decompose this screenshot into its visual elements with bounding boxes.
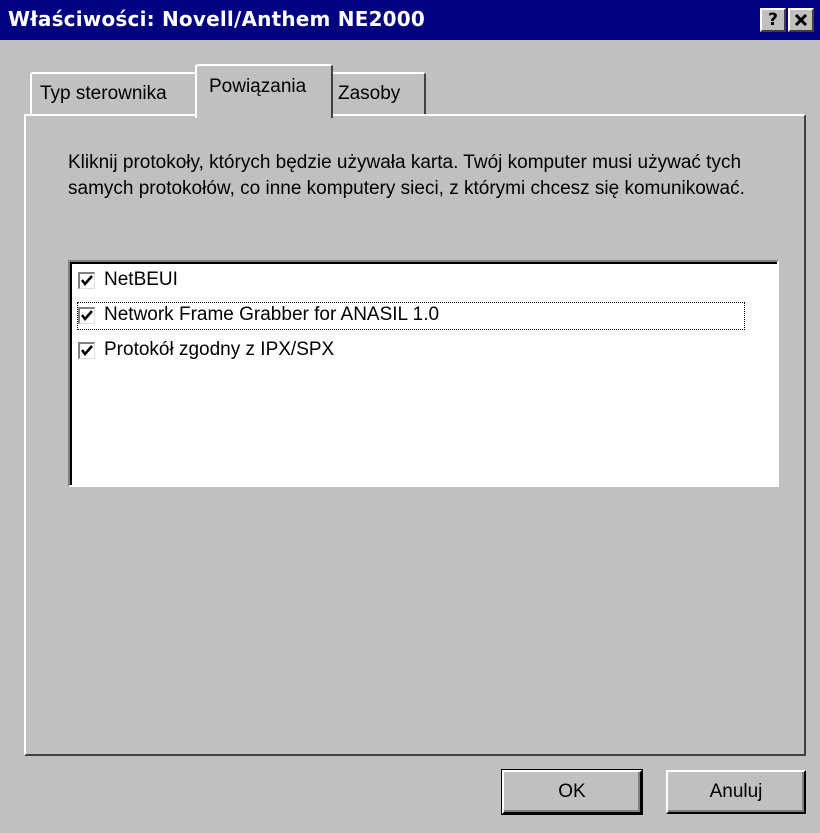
help-button[interactable]: ? [760, 8, 786, 32]
close-button[interactable] [788, 8, 814, 32]
tab-label: Zasoby [338, 83, 401, 104]
bindings-panel: Kliknij protokoły, których będzie używał… [24, 114, 806, 756]
close-icon [794, 13, 808, 27]
list-item-netbeui[interactable]: NetBEUI [76, 266, 746, 296]
checkmark-icon [81, 310, 93, 321]
item-label: Network Frame Grabber for ANASIL 1.0 [104, 304, 440, 325]
cancel-button[interactable]: Anuluj [666, 770, 806, 814]
tab-driver-type[interactable]: Typ sterownika [30, 72, 197, 116]
tab-label: Powiązania [209, 76, 307, 97]
list-item-ipx-spx[interactable]: Protokół zgodny z IPX/SPX [76, 336, 746, 366]
checkmark-icon [81, 275, 93, 286]
checkbox[interactable] [78, 272, 95, 289]
tab-resources[interactable]: Zasoby [330, 72, 426, 116]
checkbox[interactable] [78, 307, 95, 324]
checkmark-icon [81, 345, 93, 356]
tab-label: Typ sterownika [40, 83, 167, 104]
window-title: Właściwości: Novell/Anthem NE2000 [8, 7, 426, 31]
item-label: NetBEUI [104, 269, 178, 290]
ok-button[interactable]: OK [501, 769, 643, 815]
title-bar[interactable]: Właściwości: Novell/Anthem NE2000 ? [0, 0, 820, 40]
list-item-frame-grabber[interactable]: Network Frame Grabber for ANASIL 1.0 [76, 301, 746, 331]
item-label: Protokół zgodny z IPX/SPX [104, 339, 335, 360]
tab-bindings[interactable]: Powiązania [195, 64, 333, 118]
properties-dialog: Właściwości: Novell/Anthem NE2000 ? Typ … [0, 0, 820, 833]
description-text: Kliknij protokoły, których będzie używał… [68, 152, 745, 199]
protocol-list[interactable]: NetBEUI Network Frame Grabber for ANASIL… [68, 260, 779, 487]
list-inner: NetBEUI Network Frame Grabber for ANASIL… [70, 262, 777, 485]
checkbox[interactable] [78, 342, 95, 359]
